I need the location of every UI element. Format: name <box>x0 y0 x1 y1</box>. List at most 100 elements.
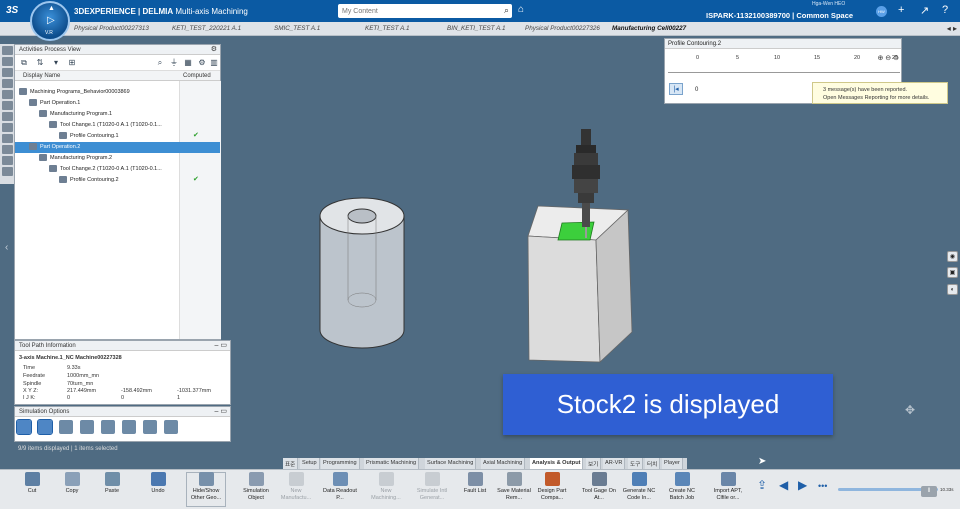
doc-tab-active[interactable]: Manufacturing Cell00227 <box>612 25 686 32</box>
toolbar-tool[interactable]: Paste <box>92 472 132 495</box>
tree-row[interactable]: Machining Programs_Behavior00003869 <box>19 87 179 98</box>
zoom-controls-icon[interactable]: ⊕ ⊖ ⊙ <box>878 54 900 62</box>
doc-tab[interactable]: KETI_TEST_220221 A.1 <box>172 25 241 32</box>
tree-row[interactable]: Profile Contouring.2 <box>59 175 179 186</box>
toolbar-tool[interactable]: Generate NC Code In... <box>619 472 659 502</box>
section-tab[interactable]: 보기 <box>586 458 602 469</box>
doc-tab[interactable]: BIN_KETI_TEST A.1 <box>447 25 506 32</box>
section-tab[interactable]: Prismatic Machining <box>364 458 420 469</box>
play-icon[interactable]: ▶ <box>798 478 807 492</box>
more-options-icon[interactable]: ••• <box>818 481 827 491</box>
tool-path-display-icon[interactable] <box>59 420 73 434</box>
tree-row[interactable]: Profile Contouring.1 <box>59 131 179 142</box>
toolbar-tool[interactable]: Simulation Object <box>236 472 276 502</box>
tool-display-icon[interactable] <box>143 420 157 434</box>
window-buttons-icon[interactable]: – ▭ <box>215 407 227 415</box>
strip-tool-icon[interactable] <box>2 123 13 132</box>
search-input[interactable] <box>338 4 488 18</box>
toolbar-tool[interactable]: Create NC Batch Job <box>662 472 702 502</box>
tree-row[interactable]: Manufacturing Program.1 <box>39 109 179 120</box>
settings-icon[interactable]: ⚙ <box>197 58 207 68</box>
toolbar-tool[interactable]: New Manufactu... <box>276 472 316 502</box>
strip-tool-icon[interactable] <box>2 145 13 154</box>
search-box[interactable]: ⌕ <box>338 4 512 18</box>
toolbar-tool[interactable]: Fault List <box>455 472 495 495</box>
search-icon[interactable]: ⌕ <box>504 5 509 16</box>
toolbar-tool[interactable]: Undo <box>138 472 178 495</box>
columns-icon[interactable]: ▥ <box>209 58 219 68</box>
pause-button[interactable]: ‖ <box>921 486 937 497</box>
tree-row[interactable]: Tool Change.1 (T1020-0 A.1 (T1020-0.1... <box>49 120 179 131</box>
section-tab[interactable]: Setup <box>300 458 320 469</box>
material-removal-icon[interactable] <box>37 419 53 435</box>
strip-tool-icon[interactable] <box>2 101 13 110</box>
toolbar-tool[interactable]: Data Readout P... <box>320 472 360 502</box>
gear-icon[interactable]: ⚙ <box>211 45 217 53</box>
strip-tool-icon[interactable] <box>2 167 13 176</box>
chevron-down-icon[interactable]: ▾ <box>51 58 61 68</box>
section-tab[interactable]: Axial Machining <box>481 458 526 469</box>
section-tab[interactable]: 표준 <box>283 458 299 469</box>
tab-scroll-icon[interactable]: ◂ ▸ <box>947 24 957 33</box>
toolbar-tool[interactable]: Simulate Intl Generat... <box>412 472 452 502</box>
toolbar-tool[interactable]: New Machining... <box>366 472 406 502</box>
strip-tool-icon[interactable] <box>2 134 13 143</box>
doc-tab[interactable]: KETI_TEST A.1 <box>365 25 410 32</box>
toolbar-tool[interactable]: Cut <box>12 472 52 495</box>
section-tab[interactable]: Surface Machining <box>425 458 477 469</box>
share-icon[interactable]: ↗ <box>920 4 929 17</box>
timeline-ruler[interactable]: 0 5 10 15 20 25 <box>668 53 900 73</box>
add-icon[interactable]: + <box>898 4 904 16</box>
toolbar-tool[interactable]: Design Part Compa... <box>532 472 572 502</box>
point-display-icon[interactable] <box>122 420 136 434</box>
strip-tool-icon[interactable] <box>2 57 13 66</box>
tree-row[interactable]: Tool Change.2 (T1020-0 A.1 (T1020-0.1... <box>49 164 179 175</box>
toolbar-tool[interactable]: Hide/Show Other Geo... <box>186 472 226 502</box>
section-tab[interactable]: Player <box>662 458 683 469</box>
doc-tab[interactable]: Physical Product00227313 <box>74 25 149 32</box>
tag-icon[interactable]: ⌂ <box>518 4 524 15</box>
toolbar-tool[interactable]: Copy <box>52 472 92 495</box>
help-icon[interactable]: ? <box>942 4 948 16</box>
strip-tool-icon[interactable] <box>2 112 13 121</box>
col-computed[interactable]: Computed <box>183 73 211 79</box>
tree-row-selected[interactable]: Part Operation.2 <box>15 142 220 153</box>
toolbar-tool[interactable]: Tool Gage On At... <box>579 472 619 502</box>
visibility-icon[interactable] <box>80 420 94 434</box>
filter-icon[interactable]: ⧉ <box>19 58 29 68</box>
strip-tool-icon[interactable] <box>2 68 13 77</box>
strip-tool-icon[interactable] <box>2 90 13 99</box>
machine-display-icon[interactable] <box>101 420 115 434</box>
camera-icon[interactable]: ◉ <box>947 251 958 262</box>
filter-funnel-icon[interactable]: ⏚ <box>169 58 179 68</box>
render-icon[interactable]: ◐ <box>947 284 958 295</box>
messages-tooltip[interactable]: 3 message(s) have been reported. Open Me… <box>812 82 948 104</box>
collaborative-space-label[interactable]: ISPARK-1132100389700 | Common Space <box>706 11 853 20</box>
strip-tool-icon[interactable] <box>2 46 13 55</box>
video-mode-icon[interactable] <box>16 419 32 435</box>
go-to-start-button[interactable]: |◂ <box>669 83 683 95</box>
section-tab[interactable]: 도구 <box>628 458 644 469</box>
tree-row[interactable]: Manufacturing Program.2 <box>39 153 179 164</box>
search-icon[interactable]: ⌕ <box>155 58 165 68</box>
export-icon[interactable]: ⇪ <box>757 478 767 492</box>
doc-tab[interactable]: SMIC_TEST A.1 <box>274 25 320 32</box>
box-stock[interactable] <box>527 205 633 363</box>
toolbar-tool[interactable]: Import APT, Clfile or... <box>708 472 748 502</box>
table-icon[interactable]: ▦ <box>183 58 193 68</box>
sort-icon[interactable]: ⇅ <box>35 58 45 68</box>
section-tab[interactable]: Programming <box>321 458 360 469</box>
stock-display-icon[interactable] <box>164 420 178 434</box>
compass-play-icon[interactable]: ▷ <box>47 15 55 26</box>
window-buttons-icon[interactable]: – ▭ <box>215 341 227 349</box>
section-tab[interactable]: 터치 <box>645 458 661 469</box>
expand-icon[interactable]: ⊞ <box>67 58 77 68</box>
collapse-panel-icon[interactable]: ‹ <box>5 242 8 253</box>
toolbar-tool[interactable]: Save Material Rem... <box>494 472 534 502</box>
doc-tab[interactable]: Physical Product00227326 <box>525 25 600 32</box>
view-icon[interactable]: ▣ <box>947 267 958 278</box>
cylinder-stock[interactable] <box>319 197 405 349</box>
strip-tool-icon[interactable] <box>2 79 13 88</box>
tree-row[interactable]: Part Operation.1 <box>29 98 179 109</box>
step-back-icon[interactable]: ◀ <box>779 478 788 492</box>
